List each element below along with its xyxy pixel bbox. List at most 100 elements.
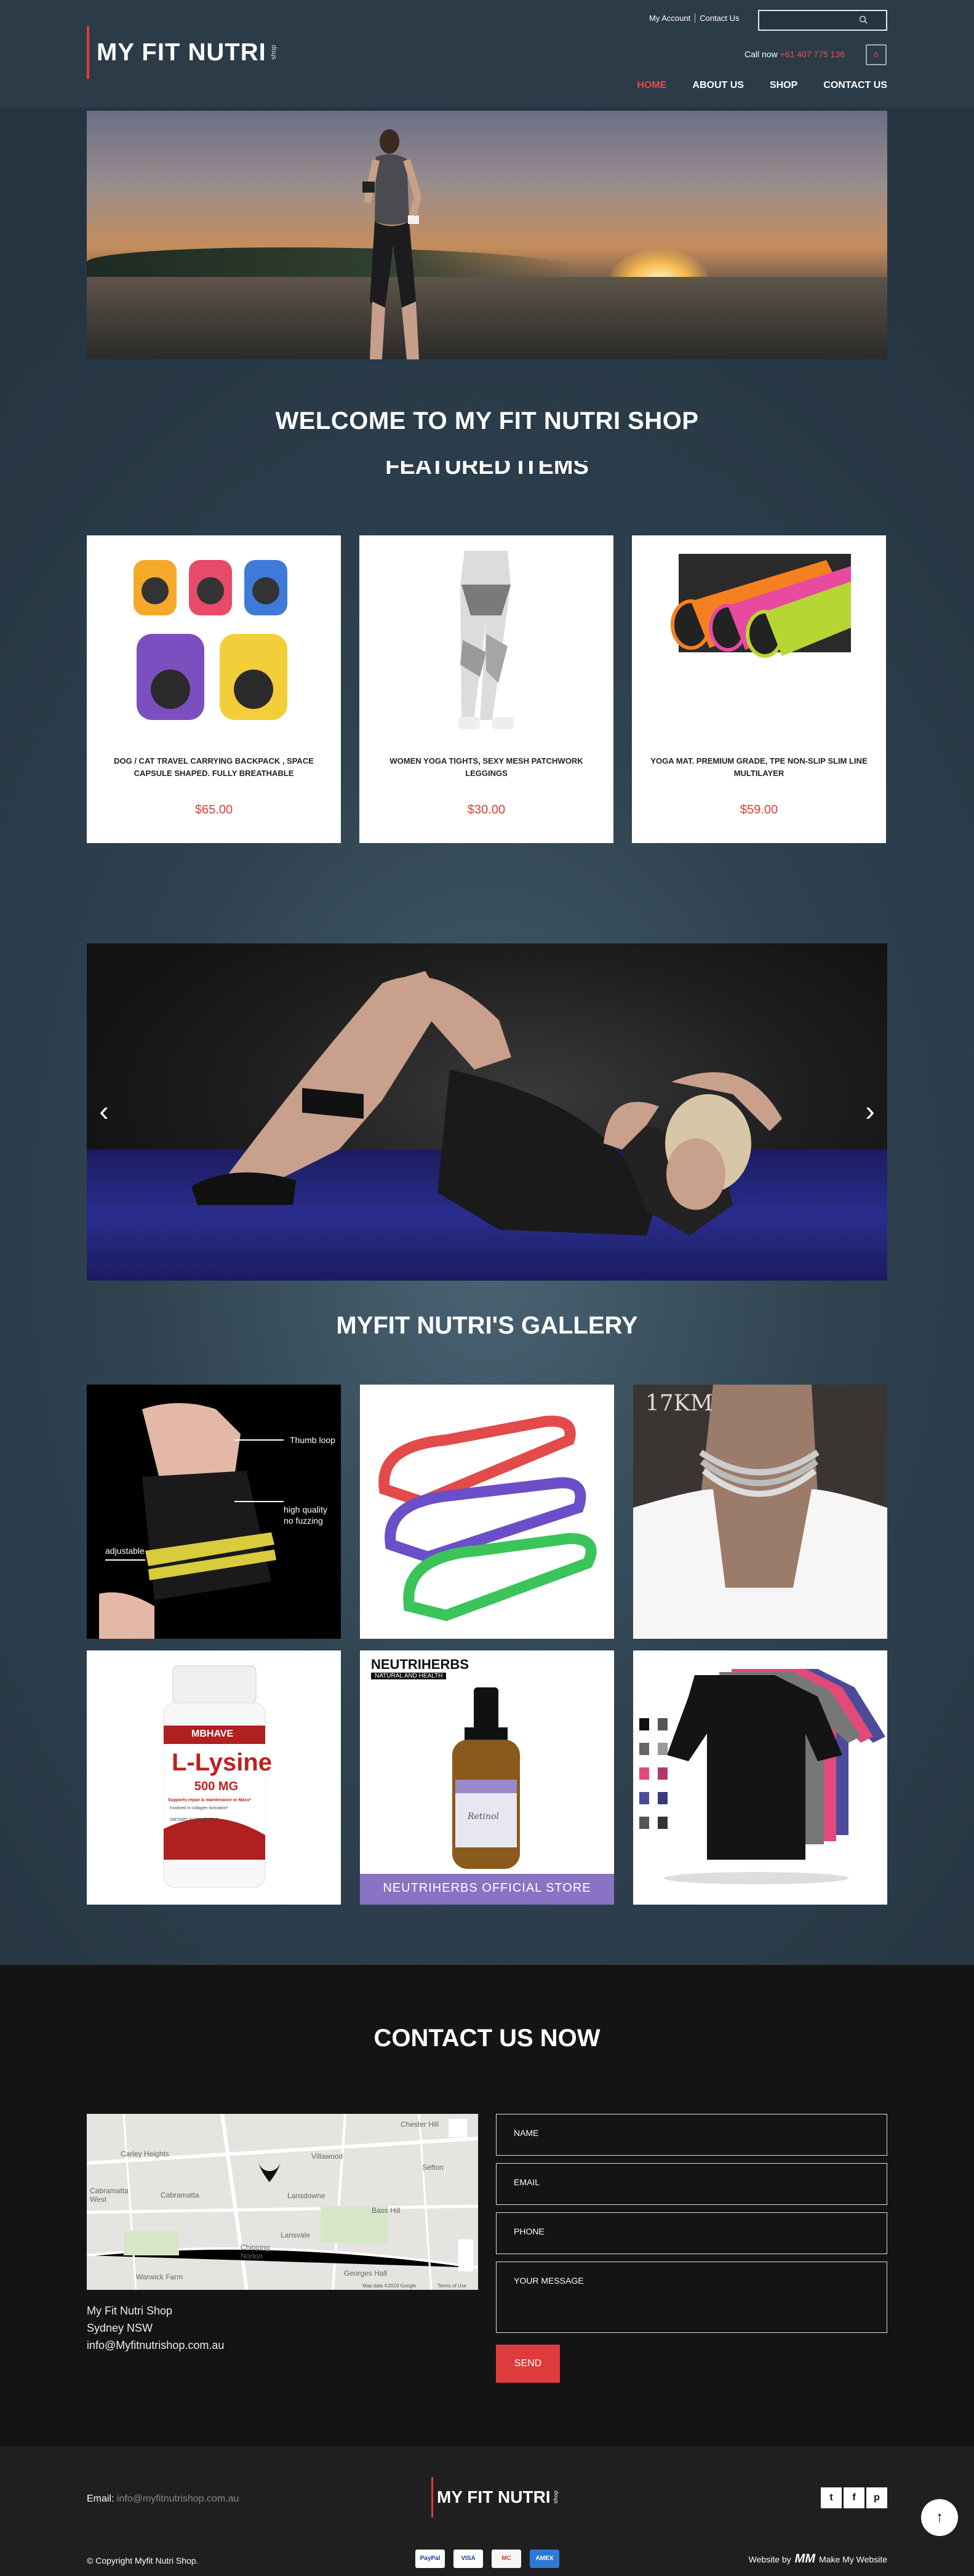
- phone-field[interactable]: PHONE: [496, 2212, 887, 2254]
- featured-heading: FEATURED ITEMS: [385, 461, 589, 479]
- pinterest-icon[interactable]: p: [866, 2487, 887, 2508]
- facebook-icon[interactable]: f: [844, 2487, 864, 2508]
- amex-icon: AMEX: [530, 2550, 559, 2568]
- logo-small-text: shop: [269, 45, 277, 60]
- leggings-image: [458, 551, 514, 729]
- map-image: [87, 2114, 478, 2290]
- map-label: Georges Hall: [344, 2269, 388, 2278]
- situp-woman-image: [191, 971, 782, 1236]
- nav-contact-us[interactable]: CONTACT US: [810, 80, 887, 91]
- top-links: My Account Contact Us: [645, 14, 744, 23]
- welcome-heading: WELCOME TO MY FIT NUTRI SHOP: [275, 407, 699, 434]
- lysine-bottle-image: [163, 1665, 266, 1888]
- search-icon[interactable]: [859, 15, 868, 26]
- address-city: Sydney NSW: [87, 2322, 153, 2334]
- search-input[interactable]: [758, 10, 887, 31]
- send-button[interactable]: SEND: [496, 2345, 560, 2383]
- gallery-item-necklace[interactable]: 17KM: [633, 1385, 887, 1639]
- slider-next-arrow[interactable]: ›: [858, 1095, 882, 1126]
- hero-banner: [87, 111, 887, 359]
- image-slider[interactable]: ‹ ›: [87, 943, 887, 1281]
- wrist-label-high-quality: high quality: [284, 1505, 327, 1514]
- footer-email: Email: info@myfitnutrishop.com.au: [87, 2494, 239, 2505]
- gallery-item-resistance-bands[interactable]: [360, 1385, 614, 1639]
- my-account-link[interactable]: My Account: [645, 14, 696, 23]
- serum-tag: NATURAL AND HEALTH: [371, 1673, 447, 1679]
- email-field[interactable]: EMAIL: [496, 2163, 887, 2205]
- paypal-icon: PayPal: [415, 2550, 445, 2568]
- cart-count: 0: [874, 50, 879, 59]
- gallery-item-tshirts[interactable]: [633, 1650, 887, 1905]
- footer-logo[interactable]: MY FIT NUTRI shop: [431, 2477, 559, 2518]
- contact-section: CONTACT US NOW Chester Hill Carley Heigh…: [0, 1965, 974, 2446]
- product-name[interactable]: WOMEN YOGA TIGHTS, SEXY MESH PATCHWORK L…: [378, 755, 595, 780]
- map-label: Lansdowne: [287, 2191, 325, 2200]
- cart-button[interactable]: 0: [866, 44, 887, 65]
- address-name: My Fit Nutri Shop: [87, 2305, 173, 2317]
- visa-icon: VISA: [453, 2550, 483, 2568]
- maker-name: Make My Website: [819, 2554, 887, 2564]
- site-footer: Email: info@myfitnutrishop.com.au MY FIT…: [0, 2446, 974, 2576]
- footer-email-address[interactable]: info@myfitnutrishop.com.au: [117, 2494, 239, 2504]
- site-logo[interactable]: MY FIT NUTRI shop: [87, 26, 277, 79]
- product-price: $30.00: [467, 803, 506, 817]
- product-price: $65.00: [194, 803, 233, 817]
- message-placeholder: YOUR MESSAGE: [514, 2276, 584, 2286]
- page: MY FIT NUTRI shop My Account Contact Us …: [0, 0, 974, 2576]
- yoga-mat-image: [671, 554, 851, 658]
- gallery-item-wrist-wrap[interactable]: Thumb loop high quality no fuzzing adjus…: [87, 1385, 341, 1639]
- tshirts-image: [639, 1669, 885, 1884]
- maker-logo-icon: MM: [794, 2552, 815, 2566]
- wrist-label-adjustable: adjustable: [105, 1546, 145, 1556]
- road: [87, 277, 887, 359]
- map-label: Cabramatta: [161, 2191, 199, 2199]
- map-label: Chester Hill: [401, 2120, 439, 2129]
- gallery-item-lysine[interactable]: MBHAVE L-Lysine 500 MG Supports repair &…: [87, 1650, 341, 1905]
- nav-home[interactable]: HOME: [624, 80, 679, 91]
- backpack-image: [134, 560, 287, 720]
- google-map[interactable]: Chester Hill Carley Heights Villawood Se…: [87, 2114, 478, 2290]
- footer-email-label: Email:: [87, 2494, 114, 2504]
- product-card[interactable]: WOMEN YOGA TIGHTS, SEXY MESH PATCHWORK L…: [359, 535, 613, 843]
- resistance-bands-image: [378, 1415, 597, 1622]
- website-credit[interactable]: Website by MM Make My Website: [749, 2552, 887, 2566]
- nav-about-us[interactable]: ABOUT US: [679, 80, 757, 91]
- map-label: Villawood: [311, 2152, 343, 2161]
- product-name[interactable]: DOG / CAT TRAVEL CARRYING BACKPACK , SPA…: [105, 755, 322, 780]
- product-name[interactable]: YOGA MAT. PREMIUM GRADE, TPE NON-SLIP SL…: [650, 755, 868, 780]
- phone-placeholder: PHONE: [514, 2226, 545, 2236]
- map-terms-link[interactable]: Terms of Use: [437, 2283, 466, 2289]
- necklace-image: [633, 1385, 887, 1639]
- contact-us-link[interactable]: Contact Us: [695, 14, 743, 23]
- name-field[interactable]: NAME: [496, 2114, 887, 2156]
- back-to-top-icon[interactable]: ↑: [921, 2499, 958, 2536]
- call-label: Call now: [744, 49, 778, 59]
- message-field[interactable]: YOUR MESSAGE: [496, 2262, 887, 2333]
- product-price: $59.00: [740, 803, 778, 817]
- contact-address: My Fit Nutri Shop Sydney NSW info@Myfitn…: [87, 2302, 224, 2354]
- call-now: Call now +61 407 775 136: [744, 49, 845, 59]
- address-email[interactable]: info@Myfitnutrishop.com.au: [87, 2337, 224, 2354]
- call-number[interactable]: +61 407 775 136: [780, 49, 845, 59]
- slider-prev-arrow[interactable]: ‹: [92, 1095, 116, 1126]
- gallery-item-retinol-serum[interactable]: NEUTRIHERBS NATURAL AND HEALTH Retinol N…: [360, 1650, 614, 1905]
- twitter-icon[interactable]: t: [821, 2487, 842, 2508]
- featured-products: DOG / CAT TRAVEL CARRYING BACKPACK , SPA…: [87, 535, 887, 843]
- website-by-label: Website by: [748, 2554, 791, 2564]
- map-label: Cabramatta West: [90, 2186, 129, 2204]
- map-label: Lansvale: [281, 2231, 311, 2239]
- footer-logo-text: MY FIT NUTRI: [437, 2487, 551, 2506]
- map-attribution: Map data ©2019 Google: [362, 2283, 417, 2289]
- lysine-brand: MBHAVE: [191, 1729, 234, 1739]
- footer-logo-small-text: shop: [552, 2490, 559, 2504]
- product-card[interactable]: DOG / CAT TRAVEL CARRYING BACKPACK , SPA…: [87, 535, 341, 843]
- serum-bottle-image: [360, 1687, 614, 1905]
- jewelry-brand-label: 17KM: [645, 1391, 713, 1416]
- product-card[interactable]: YOGA MAT. PREMIUM GRADE, TPE NON-SLIP SL…: [632, 535, 886, 843]
- wrist-label-thumb-loop: Thumb loop: [290, 1435, 335, 1445]
- lysine-claim-2: Involved in collagen formation*: [170, 1806, 229, 1810]
- copyright: © Copyright Myfit Nutri Shop.: [87, 2556, 199, 2566]
- nav-shop[interactable]: SHOP: [757, 80, 810, 91]
- mastercard-icon: MC: [492, 2550, 521, 2568]
- serum-label: Retinol: [468, 1812, 499, 1822]
